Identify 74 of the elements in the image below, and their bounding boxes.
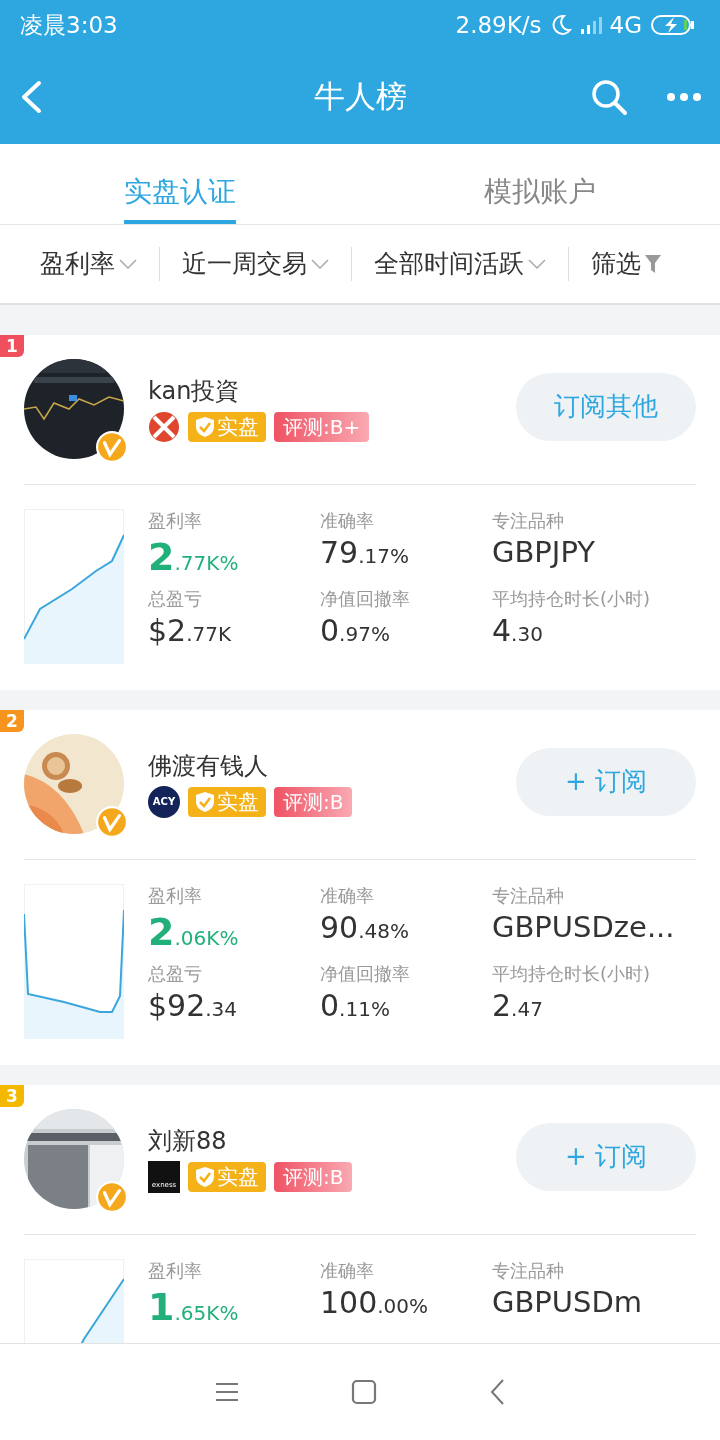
badge-label: 实盘 — [217, 1163, 259, 1191]
shield-icon — [195, 415, 215, 438]
badge-label: 实盘 — [217, 788, 259, 816]
stat-value: 100.00% — [320, 1284, 429, 1320]
subscribe-button[interactable]: + 订阅 — [516, 1122, 696, 1191]
funnel-icon — [645, 254, 661, 273]
network-type: 4G — [609, 12, 642, 38]
back-icon[interactable] — [20, 80, 42, 114]
chevron-down-icon — [119, 258, 137, 269]
stat-value: 0.11% — [320, 987, 390, 1023]
stat-value: 2.06K% — [148, 909, 239, 954]
rating-badge: 评测:B+ — [274, 411, 370, 442]
chevron-down-icon — [528, 258, 546, 269]
ball-icon — [148, 410, 180, 443]
home-icon[interactable] — [351, 1379, 377, 1405]
stat-label: 平均持仓时长(小时) — [492, 586, 651, 611]
stat-label: 专注品种 — [492, 508, 564, 533]
shield-icon — [195, 1165, 215, 1188]
status-time: 凌晨3:03 — [20, 10, 118, 40]
trader-name: 佛渡有钱人 — [148, 750, 269, 782]
stat-value: 2.47 — [492, 987, 543, 1023]
stat-label: 准确率 — [320, 1258, 374, 1283]
stat-value: 2.77K% — [148, 534, 239, 579]
stat-value: GBPUSDze... — [492, 909, 675, 944]
stat-value: 1.65K% — [148, 1284, 239, 1329]
subscribe-button[interactable]: + 订阅 — [516, 747, 696, 816]
stat-label: 专注品种 — [492, 1258, 564, 1283]
tab[interactable]: 模拟账户 — [484, 144, 596, 224]
stat-label: 总盈亏 — [148, 961, 202, 986]
stat-label: 专注品种 — [492, 883, 564, 908]
chevron-down-icon — [311, 258, 329, 269]
filter-label[interactable]: 全部时间活跃 — [374, 247, 524, 281]
stat-label: 平均持仓时长(小时) — [492, 961, 651, 986]
rank-badge: 3 — [0, 1084, 24, 1107]
badge-label: 实盘 — [217, 413, 259, 441]
verified-icon — [96, 430, 128, 463]
rating-badge: 评测:B — [274, 786, 353, 817]
menu-icon[interactable] — [215, 1382, 239, 1402]
stat-label: 净值回撤率 — [320, 961, 410, 986]
rating-badge: 评测:B — [274, 1161, 353, 1192]
stat-label: 总盈亏 — [148, 586, 202, 611]
stat-label: 盈利率 — [148, 1258, 202, 1283]
filter-label[interactable]: 近一周交易 — [182, 247, 307, 281]
stat-value: 4.30 — [492, 612, 543, 648]
trader-name: 刘新88 — [148, 1125, 228, 1157]
rank-badge: 2 — [0, 709, 24, 732]
back-icon[interactable] — [489, 1378, 505, 1406]
broker-logo: ACY — [148, 785, 180, 818]
stat-value: GBPJPY — [492, 534, 595, 569]
stat-label: 净值回撤率 — [320, 586, 410, 611]
stat-label: 准确率 — [320, 883, 374, 908]
stat-label: 准确率 — [320, 508, 374, 533]
filter-label[interactable]: 盈利率 — [40, 247, 115, 281]
battery-charging-icon — [650, 14, 696, 36]
stat-value: 0.97% — [320, 612, 390, 648]
stat-value: 79.17% — [320, 534, 409, 570]
stat-value: $2.77K — [148, 612, 232, 648]
verified-icon — [96, 805, 128, 838]
stat-label: 盈利率 — [148, 883, 202, 908]
search-icon[interactable] — [590, 78, 628, 116]
verified-icon — [96, 1180, 128, 1213]
stat-value: GBPUSDm — [492, 1284, 643, 1319]
page-title: 牛人榜 — [313, 77, 407, 116]
network-speed: 2.89K/s — [455, 12, 542, 38]
more-icon[interactable] — [666, 92, 702, 102]
stat-value: 90.48% — [320, 909, 409, 945]
signal-icon — [579, 16, 602, 34]
stat-value: $92.34 — [148, 987, 238, 1023]
subscribe-button[interactable]: 订阅其他 — [516, 372, 696, 441]
rank-badge: 1 — [0, 334, 24, 357]
filter-label[interactable]: 筛选 — [591, 247, 641, 281]
trader-name: kan投資 — [148, 375, 241, 407]
shield-icon — [195, 790, 215, 813]
stat-label: 盈利率 — [148, 508, 202, 533]
